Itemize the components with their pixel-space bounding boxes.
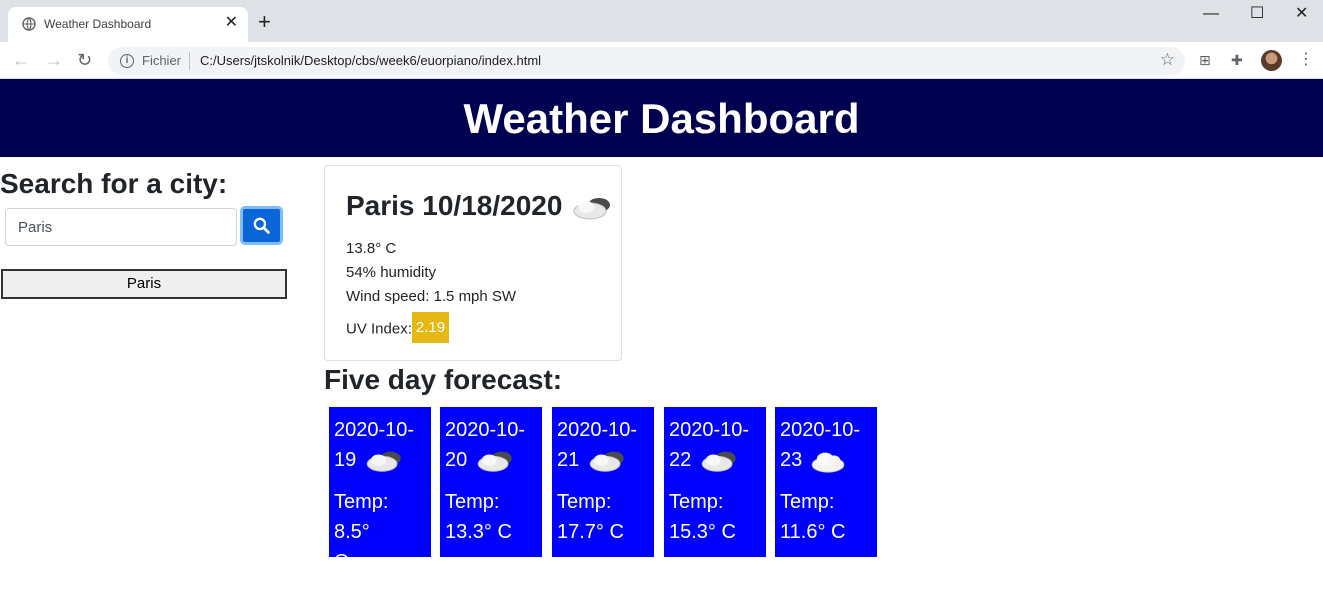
search-heading: Search for a city: [0, 168, 228, 199]
forecast-temp: Temp: 11.6° C [780, 491, 846, 543]
current-wind: Wind speed: 1.5 mph SW [346, 288, 517, 305]
browser-tab-bar: Weather Dashboard ✕ + — ☐ ✕ [0, 0, 1323, 42]
maximize-icon[interactable]: ☐ [1250, 4, 1264, 24]
forecast-date: 2020-10- 23 [780, 415, 872, 475]
page-header: Weather Dashboard [0, 79, 1323, 157]
apps-grid-icon[interactable]: ⊞ [1199, 51, 1211, 69]
window-close-icon[interactable]: ✕ [1295, 4, 1308, 24]
forecast-date: 2020-10- 21 [557, 415, 649, 475]
browser-toolbar: ← → ↻ i Fichier C:/Users/jtskolnik/Deskt… [0, 42, 1323, 79]
partly-cloudy-icon [589, 451, 624, 472]
new-tab-icon[interactable]: + [258, 10, 271, 34]
current-city-date: Paris 10/18/2020 [346, 190, 563, 221]
address-bar[interactable]: i Fichier C:/Users/jtskolnik/Desktop/cbs… [108, 47, 1185, 75]
search-icon [253, 217, 270, 234]
search-button[interactable] [240, 206, 283, 245]
partly-cloudy-icon [477, 451, 512, 472]
close-icon[interactable]: ✕ [225, 13, 238, 33]
forecast-card: 2020-10- 23 Temp: 11.6° C [775, 407, 877, 557]
current-humidity: 54% humidity [346, 264, 437, 281]
partly-cloudy-icon [701, 451, 736, 472]
page-title: Weather Dashboard [463, 95, 860, 142]
forecast-temp: Temp: 17.7° C [557, 491, 624, 543]
history-button-paris[interactable]: Paris [1, 269, 287, 299]
forecast-card: 2020-10- 20 Temp: 13.3° C [440, 407, 542, 557]
uv-row: UV Index: 2.19 [346, 312, 450, 345]
cloud-icon [811, 452, 845, 473]
forecast-date: 2020-10- 19 [334, 415, 426, 475]
forecast-heading: Five day forecast: [324, 364, 563, 395]
info-icon[interactable]: i [120, 54, 134, 68]
forecast-date: 2020-10- 22 [669, 415, 761, 475]
current-temp: 13.8° C [346, 240, 397, 257]
browser-tab[interactable]: Weather Dashboard ✕ [8, 7, 248, 42]
menu-dots-icon[interactable]: ⋮ [1298, 49, 1314, 71]
forward-icon[interactable]: → [45, 49, 63, 71]
uv-badge: 2.19 [411, 312, 450, 343]
forecast-card: 2020-10- 22 Temp: 15.3° C [664, 407, 766, 557]
reload-icon[interactable]: ↻ [77, 49, 92, 71]
url-divider [189, 52, 190, 70]
current-weather-card: Paris 10/18/2020 13.8° C 54% humidity Wi… [324, 165, 622, 361]
url-text[interactable]: C:/Users/jtskolnik/Desktop/cbs/week6/euo… [200, 53, 541, 68]
uv-label: UV Index: [346, 320, 412, 338]
partly-cloudy-icon [573, 197, 611, 220]
back-icon[interactable]: ← [12, 49, 30, 71]
minimize-icon[interactable]: — [1203, 4, 1219, 24]
search-input[interactable] [5, 208, 237, 246]
tab-title: Weather Dashboard [44, 17, 152, 31]
globe-icon [22, 17, 36, 31]
url-scheme: Fichier [142, 53, 182, 68]
avatar[interactable] [1261, 50, 1282, 71]
extensions-puzzle-icon[interactable]: ✚ [1231, 51, 1243, 69]
forecast-temp: Temp: 15.3° C [669, 491, 736, 543]
forecast-card: 2020-10- 21 Temp: 17.7° C [552, 407, 654, 557]
bookmark-star-icon[interactable]: ☆ [1160, 50, 1175, 70]
forecast-card: 2020-10- 19 Temp: 8.5° C [329, 407, 431, 573]
forecast-temp: Temp: 8.5° C [334, 491, 389, 573]
partly-cloudy-icon [366, 451, 401, 472]
forecast-temp: Temp: 13.3° C [445, 491, 512, 543]
current-title-row: Paris 10/18/2020 [346, 188, 614, 224]
forecast-date: 2020-10- 20 [445, 415, 537, 475]
